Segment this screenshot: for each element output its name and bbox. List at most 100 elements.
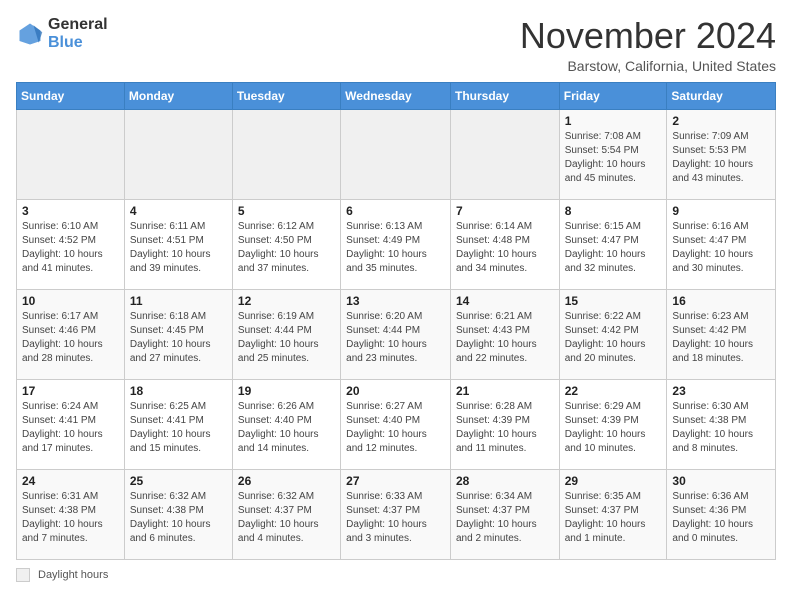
day-number: 3 [22,204,119,218]
calendar-day-cell: 5Sunrise: 6:12 AM Sunset: 4:50 PM Daylig… [232,199,340,289]
day-info: Sunrise: 6:36 AM Sunset: 4:36 PM Dayligh… [672,490,770,546]
calendar-day-header: Friday [559,82,667,109]
calendar-day-cell: 26Sunrise: 6:32 AM Sunset: 4:37 PM Dayli… [232,469,340,559]
calendar-day-cell: 15Sunrise: 6:22 AM Sunset: 4:42 PM Dayli… [559,289,667,379]
calendar-day-cell: 30 Sunrise: 6:36 AM Sunset: 4:36 PM Dayli… [667,469,776,559]
calendar-day-cell: 18Sunrise: 6:25 AM Sunset: 4:41 PM Dayli… [124,379,232,469]
calendar-day-header: Tuesday [232,82,340,109]
day-info: Sunrise: 6:17 AM Sunset: 4:46 PM Dayligh… [22,310,119,366]
day-info: Sunrise: 6:27 AM Sunset: 4:40 PM Dayligh… [346,400,445,456]
day-number: 7 [456,204,554,218]
logo-text: General Blue [48,16,108,51]
day-number: 28 [456,474,554,488]
calendar-day-cell: 20 Sunrise: 6:27 AM Sunset: 4:40 PM Dayli… [341,379,451,469]
day-number: 6 [346,204,445,218]
calendar-day-cell [124,109,232,199]
month-title: November 2024 [520,16,776,56]
calendar-day-cell: 7 Sunrise: 6:14 AM Sunset: 4:48 PM Daylig… [450,199,559,289]
day-info: Sunrise: 6:19 AM Sunset: 4:44 PM Dayligh… [238,310,335,366]
day-info: Sunrise: 6:10 AM Sunset: 4:52 PM Dayligh… [22,220,119,276]
calendar-day-cell: 24Sunrise: 6:31 AM Sunset: 4:38 PM Dayli… [17,469,125,559]
day-info: Sunrise: 6:28 AM Sunset: 4:39 PM Dayligh… [456,400,554,456]
calendar-day-cell: 1 Sunrise: 7:08 AM Sunset: 5:54 PM Daylig… [559,109,667,199]
calendar-day-cell: 2 Sunrise: 7:09 AM Sunset: 5:53 PM Daylig… [667,109,776,199]
day-number: 14 [456,294,554,308]
calendar-week-row: 24Sunrise: 6:31 AM Sunset: 4:38 PM Dayli… [17,469,776,559]
calendar-day-cell: 16 Sunrise: 6:23 AM Sunset: 4:42 PM Dayli… [667,289,776,379]
day-number: 11 [130,294,227,308]
day-info: Sunrise: 6:31 AM Sunset: 4:38 PM Dayligh… [22,490,119,546]
day-info: Sunrise: 6:30 AM Sunset: 4:38 PM Dayligh… [672,400,770,456]
day-number: 23 [672,384,770,398]
page-header: General Blue November 2024 Barstow, Cali… [16,16,776,74]
calendar-day-cell: 27 Sunrise: 6:33 AM Sunset: 4:37 PM Dayli… [341,469,451,559]
calendar-day-header: Wednesday [341,82,451,109]
calendar-day-cell: 8Sunrise: 6:15 AM Sunset: 4:47 PM Daylig… [559,199,667,289]
calendar-day-cell: 6Sunrise: 6:13 AM Sunset: 4:49 PM Daylig… [341,199,451,289]
calendar-day-cell: 25Sunrise: 6:32 AM Sunset: 4:38 PM Dayli… [124,469,232,559]
day-number: 30 [672,474,770,488]
day-number: 16 [672,294,770,308]
day-info: Sunrise: 7:09 AM Sunset: 5:53 PM Dayligh… [672,130,770,186]
calendar-day-cell: 14 Sunrise: 6:21 AM Sunset: 4:43 PM Dayli… [450,289,559,379]
day-number: 21 [456,384,554,398]
calendar-day-cell: 11 Sunrise: 6:18 AM Sunset: 4:45 PM Dayli… [124,289,232,379]
calendar-day-cell: 21 Sunrise: 6:28 AM Sunset: 4:39 PM Dayli… [450,379,559,469]
day-number: 13 [346,294,445,308]
day-number: 25 [130,474,227,488]
calendar-day-cell: 13 Sunrise: 6:20 AM Sunset: 4:44 PM Dayli… [341,289,451,379]
legend-label: Daylight hours [38,569,108,581]
calendar-week-row: 10Sunrise: 6:17 AM Sunset: 4:46 PM Dayli… [17,289,776,379]
day-number: 20 [346,384,445,398]
calendar-day-header: Monday [124,82,232,109]
day-info: Sunrise: 6:14 AM Sunset: 4:48 PM Dayligh… [456,220,554,276]
location: Barstow, California, United States [520,58,776,74]
day-number: 27 [346,474,445,488]
calendar-week-row: 17 Sunrise: 6:24 AM Sunset: 4:41 PM Dayli… [17,379,776,469]
day-info: Sunrise: 6:18 AM Sunset: 4:45 PM Dayligh… [130,310,227,366]
calendar-day-cell: 12 Sunrise: 6:19 AM Sunset: 4:44 PM Dayli… [232,289,340,379]
day-info: Sunrise: 6:25 AM Sunset: 4:41 PM Dayligh… [130,400,227,456]
logo: General Blue [16,16,108,51]
day-info: Sunrise: 6:11 AM Sunset: 4:51 PM Dayligh… [130,220,227,276]
day-info: Sunrise: 6:12 AM Sunset: 4:50 PM Dayligh… [238,220,335,276]
logo-general-text: General [48,16,108,34]
day-number: 4 [130,204,227,218]
calendar-day-cell: 22Sunrise: 6:29 AM Sunset: 4:39 PM Dayli… [559,379,667,469]
day-info: Sunrise: 6:29 AM Sunset: 4:39 PM Dayligh… [565,400,662,456]
calendar-day-cell: 10Sunrise: 6:17 AM Sunset: 4:46 PM Dayli… [17,289,125,379]
logo-blue-text: Blue [48,34,108,52]
calendar-week-row: 3 Sunrise: 6:10 AM Sunset: 4:52 PM Daylig… [17,199,776,289]
day-number: 29 [565,474,662,488]
day-info: Sunrise: 6:21 AM Sunset: 4:43 PM Dayligh… [456,310,554,366]
day-number: 1 [565,114,662,128]
day-info: Sunrise: 6:33 AM Sunset: 4:37 PM Dayligh… [346,490,445,546]
day-number: 15 [565,294,662,308]
day-info: Sunrise: 6:35 AM Sunset: 4:37 PM Dayligh… [565,490,662,546]
calendar-day-cell: 9Sunrise: 6:16 AM Sunset: 4:47 PM Daylig… [667,199,776,289]
legend-box [16,568,30,582]
day-info: Sunrise: 6:16 AM Sunset: 4:47 PM Dayligh… [672,220,770,276]
day-info: Sunrise: 6:32 AM Sunset: 4:37 PM Dayligh… [238,490,335,546]
calendar-day-cell [341,109,451,199]
day-number: 12 [238,294,335,308]
calendar-day-cell: 17 Sunrise: 6:24 AM Sunset: 4:41 PM Dayli… [17,379,125,469]
calendar: SundayMondayTuesdayWednesdayThursdayFrid… [16,82,776,560]
title-block: November 2024 Barstow, California, Unite… [520,16,776,74]
calendar-week-row: 1 Sunrise: 7:08 AM Sunset: 5:54 PM Daylig… [17,109,776,199]
calendar-day-cell: 3 Sunrise: 6:10 AM Sunset: 4:52 PM Daylig… [17,199,125,289]
calendar-day-header: Thursday [450,82,559,109]
day-info: Sunrise: 6:20 AM Sunset: 4:44 PM Dayligh… [346,310,445,366]
legend: Daylight hours [16,568,776,582]
day-number: 2 [672,114,770,128]
calendar-day-cell [17,109,125,199]
day-info: Sunrise: 6:24 AM Sunset: 4:41 PM Dayligh… [22,400,119,456]
day-info: Sunrise: 6:23 AM Sunset: 4:42 PM Dayligh… [672,310,770,366]
calendar-day-cell: 29 Sunrise: 6:35 AM Sunset: 4:37 PM Dayli… [559,469,667,559]
day-info: Sunrise: 7:08 AM Sunset: 5:54 PM Dayligh… [565,130,662,186]
day-number: 17 [22,384,119,398]
calendar-day-cell: 19Sunrise: 6:26 AM Sunset: 4:40 PM Dayli… [232,379,340,469]
day-info: Sunrise: 6:26 AM Sunset: 4:40 PM Dayligh… [238,400,335,456]
calendar-day-cell: 23 Sunrise: 6:30 AM Sunset: 4:38 PM Dayli… [667,379,776,469]
calendar-day-cell: 28Sunrise: 6:34 AM Sunset: 4:37 PM Dayli… [450,469,559,559]
